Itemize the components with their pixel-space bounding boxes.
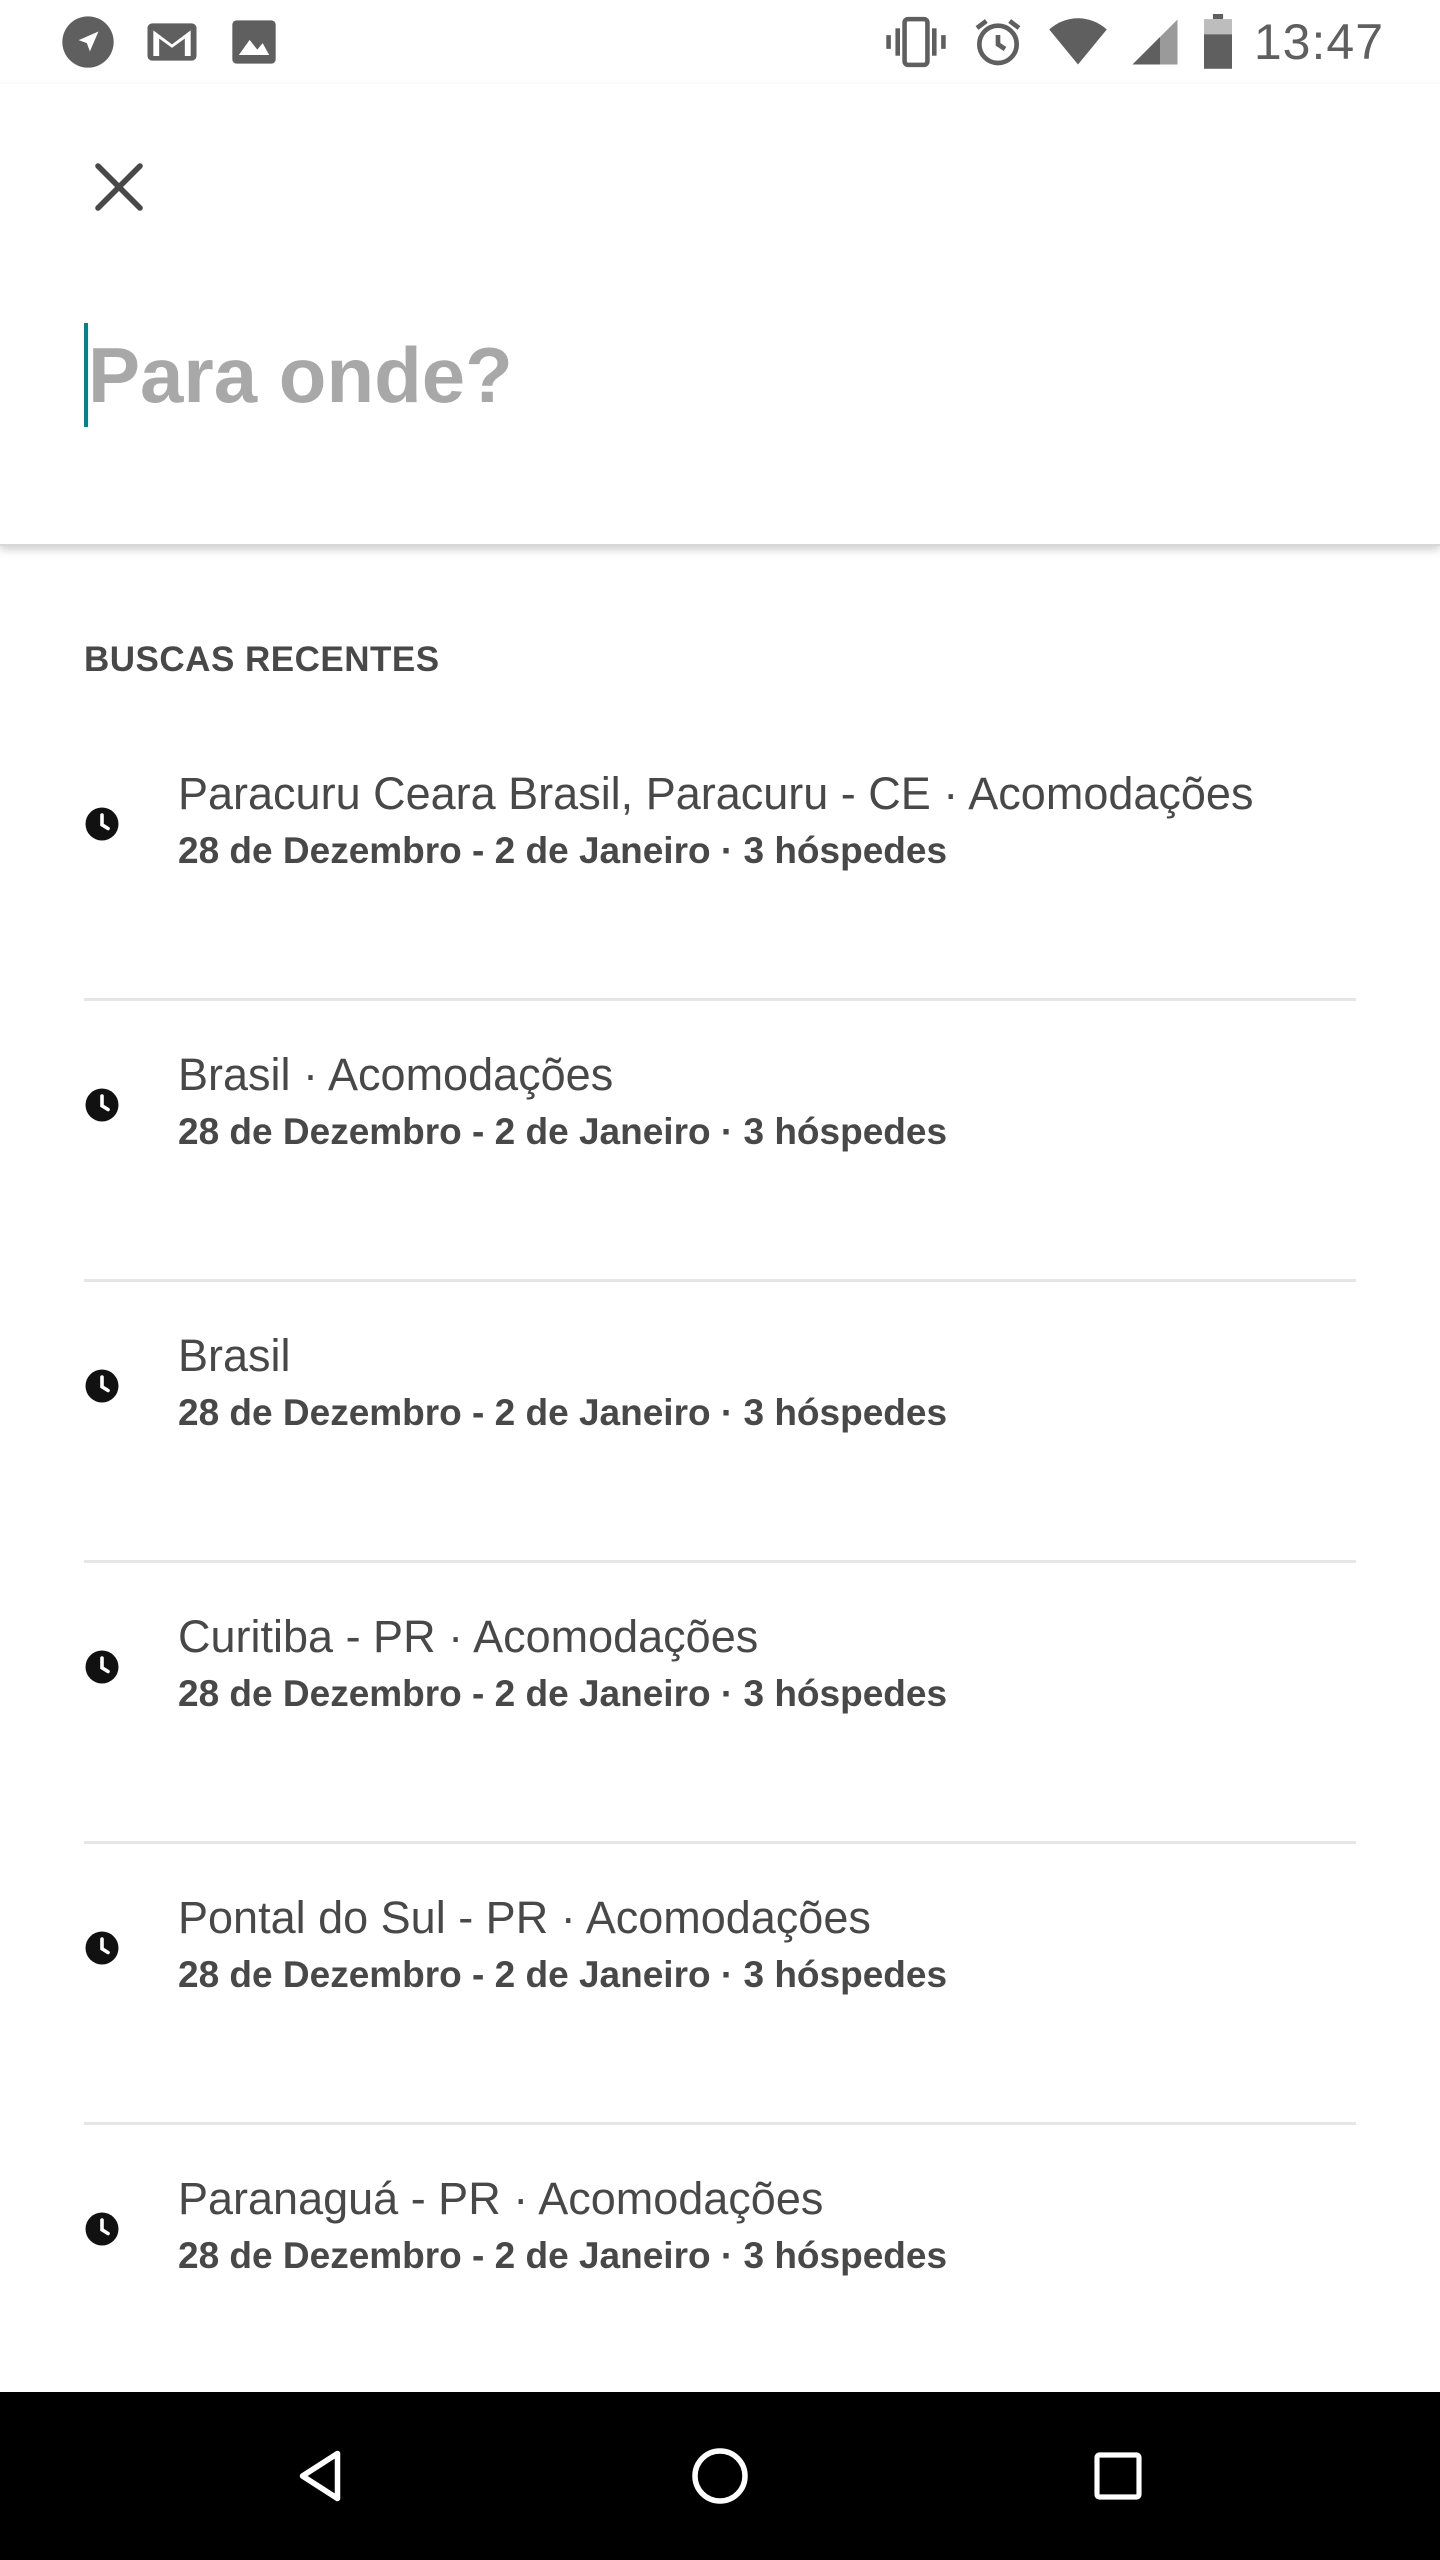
recent-item-subtitle: 28 de Dezembro - 2 de Janeiro · 3 hósped…: [178, 1392, 948, 1433]
recent-item-subtitle: 28 de Dezembro - 2 de Janeiro · 3 hósped…: [178, 830, 948, 871]
image-icon: [228, 16, 280, 68]
home-button[interactable]: [680, 2436, 760, 2516]
list-item[interactable]: Pontal do Sul - PR · Acomodações 28 de D…: [0, 1844, 1440, 2125]
back-button[interactable]: [280, 2436, 360, 2516]
recent-item-subtitle: 28 de Dezembro - 2 de Janeiro · 3 hósped…: [178, 1673, 948, 1714]
recent-item-title: Pontal do Sul - PR · Acomodações: [178, 1892, 871, 1943]
recent-item-title: Brasil: [178, 1330, 291, 1381]
recent-item-subtitle: 28 de Dezembro - 2 de Janeiro · 3 hósped…: [178, 2235, 948, 2276]
close-icon: [95, 163, 143, 211]
clock-icon: [85, 1369, 119, 1403]
status-bar: 13:47: [0, 0, 1440, 84]
close-button[interactable]: [76, 144, 162, 230]
recent-item-subtitle: 28 de Dezembro - 2 de Janeiro · 3 hósped…: [178, 1111, 948, 1152]
gmail-icon: [144, 14, 200, 70]
clock-icon: [85, 807, 119, 841]
recent-item-title: Paranaguá - PR · Acomodações: [178, 2173, 824, 2224]
list-item[interactable]: Curitiba - PR · Acomodações 28 de Dezemb…: [0, 1563, 1440, 1844]
navigation-icon: [60, 14, 116, 70]
wifi-icon: [1048, 16, 1108, 68]
search-field[interactable]: [84, 320, 1364, 430]
battery-icon: [1202, 14, 1234, 70]
home-icon: [692, 2448, 748, 2504]
list-item[interactable]: Paracuru Ceara Brasil, Paracuru - CE · A…: [0, 720, 1440, 1001]
vibrate-icon: [884, 14, 948, 70]
section-title-recent: BUSCAS RECENTES: [84, 640, 440, 679]
navigation-bar: [0, 2392, 1440, 2560]
recents-icon: [1094, 2452, 1142, 2500]
list-item[interactable]: Brasil 28 de Dezembro - 2 de Janeiro · 3…: [0, 1282, 1440, 1563]
clock-icon: [85, 1650, 119, 1684]
recent-search-list: Paracuru Ceara Brasil, Paracuru - CE · A…: [0, 720, 1440, 2406]
recent-item-title: Curitiba - PR · Acomodações: [178, 1611, 759, 1662]
status-left: [60, 14, 308, 70]
list-item[interactable]: Brasil · Acomodações 28 de Dezembro - 2 …: [0, 1001, 1440, 1282]
screen: 13:47 BUSCAS RECENTES Paracuru Ceara Bra…: [0, 0, 1440, 2560]
search-header: [0, 84, 1440, 546]
search-input[interactable]: [88, 320, 1288, 430]
back-icon: [299, 2450, 341, 2502]
clock-icon: [85, 1088, 119, 1122]
clock-icon: [85, 1931, 119, 1965]
recent-item-title: Brasil · Acomodações: [178, 1049, 614, 1100]
list-item[interactable]: Paranaguá - PR · Acomodações 28 de Dezem…: [0, 2125, 1440, 2406]
clock-icon: [85, 2212, 119, 2246]
signal-icon: [1130, 16, 1180, 68]
recent-item-title: Paracuru Ceara Brasil, Paracuru - CE · A…: [178, 768, 1254, 819]
alarm-icon: [970, 14, 1026, 70]
recent-item-subtitle: 28 de Dezembro - 2 de Janeiro · 3 hósped…: [178, 1954, 948, 1995]
status-time: 13:47: [1253, 14, 1384, 70]
status-right: 13:47: [862, 13, 1384, 71]
recents-button[interactable]: [1078, 2436, 1158, 2516]
